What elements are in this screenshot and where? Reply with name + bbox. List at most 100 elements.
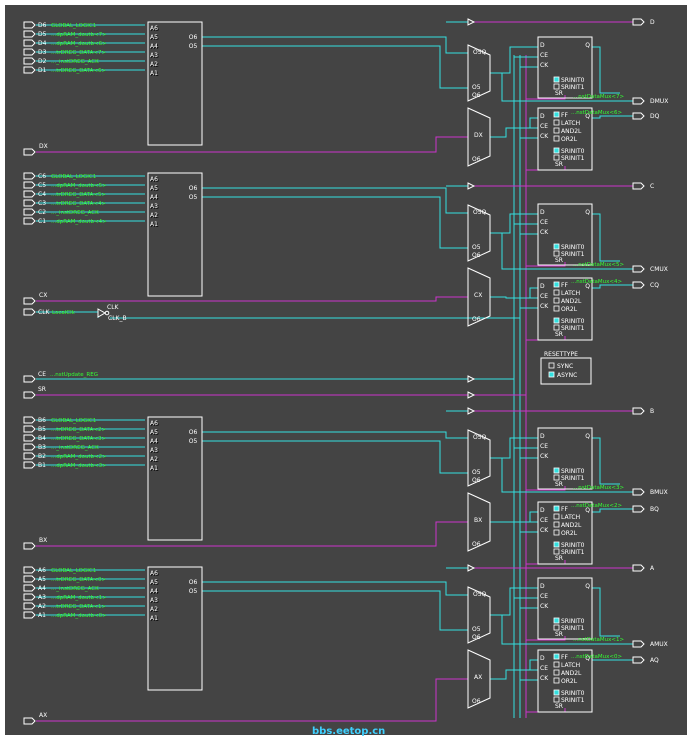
watermark: bbs.eetop.cn bbox=[312, 726, 385, 737]
mux-output-label: AMUX bbox=[650, 641, 668, 648]
ff-d-pin: D bbox=[540, 42, 545, 49]
ff-srinit0: SRINIT0 bbox=[561, 542, 585, 549]
ff-ce-pin: CE bbox=[540, 52, 548, 59]
lut-output-pin: O6 bbox=[189, 34, 198, 41]
q-output-label: AQ bbox=[650, 657, 659, 664]
ff-srinit1: SRINIT1 bbox=[561, 251, 585, 258]
ff-ck-pin: CK bbox=[540, 527, 549, 534]
async-check bbox=[548, 371, 555, 378]
ff-srinit0: SRINIT0 bbox=[561, 690, 585, 697]
q-output-label: BQ bbox=[650, 506, 659, 513]
input-net-label: ...dpRAM_doutb<4> bbox=[51, 219, 107, 225]
ff-srinit1: SRINIT1 bbox=[561, 625, 585, 632]
input-pin-label: B4 bbox=[38, 435, 46, 442]
lut-input-pin: A2 bbox=[150, 212, 158, 219]
mux-label: O5Q bbox=[473, 209, 487, 216]
ff-sr-pin: SR bbox=[555, 481, 563, 488]
mux-o5-label: O5 bbox=[472, 244, 481, 251]
ff-sr-pin: SR bbox=[555, 555, 563, 562]
input-pin-label: C4 bbox=[38, 191, 46, 198]
ff-ce-pin: CE bbox=[540, 665, 548, 672]
input-net-label: ...dpRAM_doutb<1> bbox=[51, 595, 107, 601]
lut-input-pin: A2 bbox=[150, 606, 158, 613]
lut-output-pin: O6 bbox=[189, 579, 198, 586]
input-pin-label: B2 bbox=[38, 453, 46, 460]
ff-ck-pin: CK bbox=[540, 603, 549, 610]
ff-ce-pin: CE bbox=[540, 443, 548, 450]
ff-sr-pin: SR bbox=[555, 703, 563, 710]
ff-ck-pin: CK bbox=[540, 62, 549, 69]
mux-o5-label: O5 bbox=[472, 626, 481, 633]
input-pin-label: A3 bbox=[38, 594, 46, 601]
input-net-label: ...trDREG_DATA<6> bbox=[51, 68, 106, 74]
resettype-async: ASYNC bbox=[557, 372, 577, 379]
input-net-label: ...trDREG_DATA<2> bbox=[51, 427, 106, 433]
lut-name: B6 bbox=[38, 417, 46, 424]
ff-sr-pin: SR bbox=[555, 90, 563, 97]
mux-output-label: CMUX bbox=[650, 266, 668, 273]
lut-function: GLOBAL_LOGIC1 bbox=[51, 568, 96, 574]
ff-mode-latch: LATCH bbox=[561, 290, 580, 297]
bypass-label: BX bbox=[39, 537, 47, 544]
ff-mode-latch: LATCH bbox=[561, 514, 580, 521]
input-pin-label: B5 bbox=[38, 426, 46, 433]
input-pin-label: D1 bbox=[38, 67, 47, 74]
input-pin-label: B3 bbox=[38, 444, 46, 451]
ff-mode-or2l: OR2L bbox=[561, 530, 578, 537]
input-net-label: ..._instDREG_ACK bbox=[51, 586, 99, 592]
lut-input-pin: A1 bbox=[150, 221, 158, 228]
ff-srinit1: SRINIT1 bbox=[561, 697, 585, 704]
ff-sr-pin: SR bbox=[555, 631, 563, 638]
input-net-label: ..._instDREG_ACK bbox=[51, 210, 99, 216]
lut-input-pin: A6 bbox=[150, 420, 158, 427]
lut-output-pin: O5 bbox=[189, 194, 198, 201]
input-net-label: ...trDREG_DATA<1> bbox=[51, 604, 106, 610]
ff-ce-pin: CE bbox=[540, 517, 548, 524]
lut-input-pin: A5 bbox=[150, 579, 158, 586]
ff-sr-pin: SR bbox=[555, 161, 563, 168]
ff-mode-ff: FF bbox=[561, 654, 568, 661]
input-net-label: ...trDREG_DATA<5> bbox=[51, 192, 106, 198]
ff-ck-pin: CK bbox=[540, 453, 549, 460]
srinit0-check bbox=[553, 317, 560, 324]
mux-label: O5Q bbox=[473, 434, 487, 441]
ff-mode-check bbox=[553, 505, 560, 512]
bypass-label: AX bbox=[39, 712, 47, 719]
lut-input-pin: A6 bbox=[150, 570, 158, 577]
input-pin-label: B1 bbox=[38, 462, 46, 469]
lut-input-pin: A5 bbox=[150, 429, 158, 436]
lut-output-pin: O5 bbox=[189, 588, 198, 595]
ff-q-pin: Q bbox=[585, 583, 590, 590]
ff-mode-or2l: OR2L bbox=[561, 678, 578, 685]
ff-d-pin: D bbox=[540, 209, 545, 216]
ff-d-pin: D bbox=[540, 507, 545, 514]
lut-input-pin: A4 bbox=[150, 438, 158, 445]
lut-input-pin: A4 bbox=[150, 194, 158, 201]
lut-input-pin: A1 bbox=[150, 70, 158, 77]
input-net-label: ...dpRAM_doutb<5> bbox=[51, 183, 107, 189]
slice-diagram: A6A5A4A3A2A1A6A5A4A3A2A1O6O5D6 GLOBAL_LOG… bbox=[5, 5, 687, 737]
ff-srinit0: SRINIT0 bbox=[561, 148, 585, 155]
ff-ce-pin: CE bbox=[540, 123, 548, 130]
q-output-label: CQ bbox=[650, 282, 659, 289]
srinit0-check bbox=[553, 617, 560, 624]
lut-output-pin: O6 bbox=[189, 185, 198, 192]
srinit0-check bbox=[553, 689, 560, 696]
lut-function: GLOBAL_LOGIC1 bbox=[51, 174, 96, 180]
lut-input-pin: A3 bbox=[150, 597, 158, 604]
ff-d-pin: D bbox=[540, 433, 545, 440]
input-pin-label: A1 bbox=[38, 612, 46, 619]
srinit0-check bbox=[553, 541, 560, 548]
ff-d-pin: D bbox=[540, 113, 545, 120]
q-output-label: DQ bbox=[650, 113, 660, 120]
ff-mode-and2l: AND2L bbox=[561, 298, 582, 305]
ff-mode-latch: LATCH bbox=[561, 662, 580, 669]
lut-input-pin: A2 bbox=[150, 61, 158, 68]
input-net-label: ...trDREG_DATA<4> bbox=[51, 201, 106, 207]
input-pin-label: A5 bbox=[38, 576, 46, 583]
mux-net-label: ...nstDataMux<1> bbox=[573, 637, 624, 643]
bypass-label: CX bbox=[39, 292, 47, 299]
mux-o5-label: O5 bbox=[472, 84, 481, 91]
lut-input-pin: A5 bbox=[150, 34, 158, 41]
input-pin-label: D4 bbox=[38, 40, 47, 47]
